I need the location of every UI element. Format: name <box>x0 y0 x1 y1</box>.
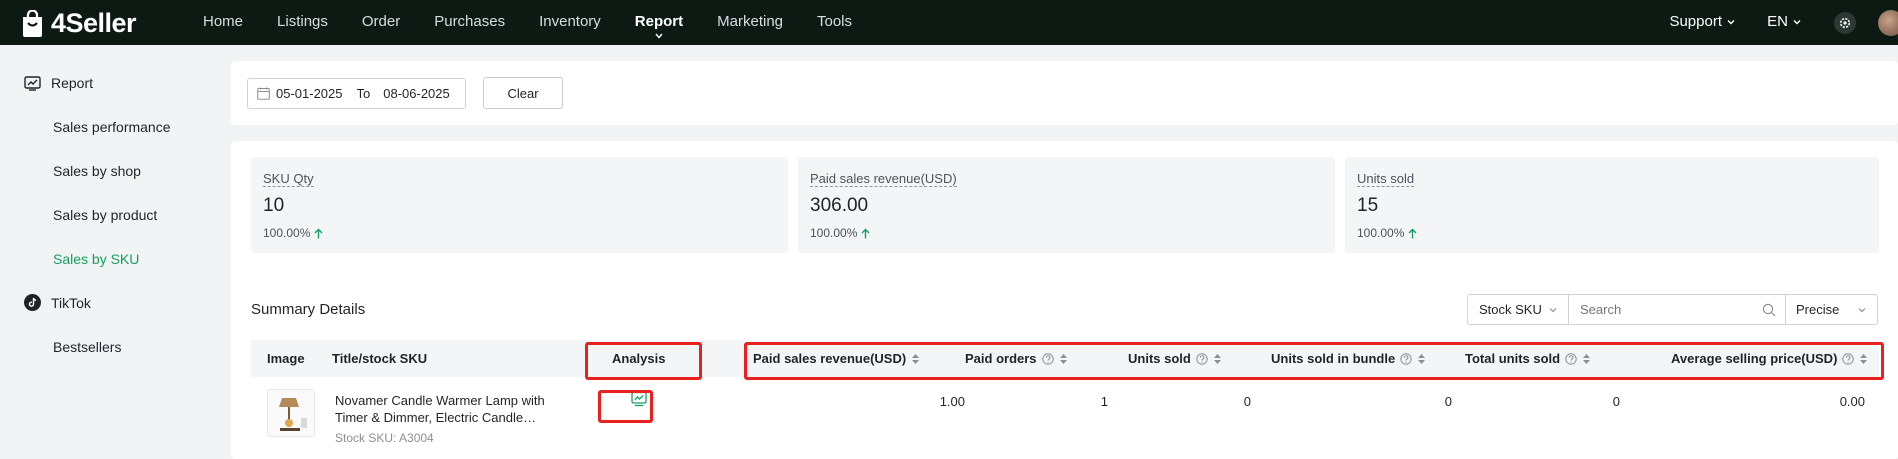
brand-logo[interactable]: 4Seller <box>20 8 137 39</box>
main-nav: Home Listings Order Purchases Inventory … <box>186 0 869 45</box>
nav-item-order[interactable]: Order <box>345 0 417 45</box>
stat-label[interactable]: SKU Qty <box>263 171 314 187</box>
sidebar-group-report[interactable]: Report <box>24 75 93 91</box>
match-mode-select[interactable]: Precise <box>1785 294 1878 325</box>
report-content: SKU Qty 10 100.00% Paid sales revenue(US… <box>231 141 1898 459</box>
search-field-select[interactable]: Stock SKU <box>1467 294 1569 325</box>
settings-button[interactable] <box>1834 12 1856 34</box>
col-image: Image <box>267 351 305 366</box>
arrow-up-icon <box>861 228 870 238</box>
gear-icon <box>1839 17 1851 29</box>
sidebar-item-sales-by-shop[interactable]: Sales by shop <box>53 163 141 179</box>
cell-paid-revenue: 1.00 <box>939 394 965 409</box>
cell-avg-price: 0.00 <box>1839 394 1865 409</box>
table-row: Novamer Candle Warmer Lamp with Timer & … <box>251 378 1879 459</box>
stat-card-units-sold: Units sold 15 100.00% <box>1345 157 1879 253</box>
stat-label[interactable]: Paid sales revenue(USD) <box>810 171 957 187</box>
chevron-down-icon <box>1858 307 1866 312</box>
summary-title: Summary Details <box>251 301 366 318</box>
support-menu[interactable]: Support <box>1669 13 1736 30</box>
nav-item-marketing[interactable]: Marketing <box>700 0 800 45</box>
chevron-down-icon <box>1793 19 1801 24</box>
date-to[interactable]: 08-06-2025 <box>383 86 450 101</box>
arrow-up-icon <box>314 228 323 238</box>
stat-value: 15 <box>1357 195 1379 216</box>
stat-card-sku-qty: SKU Qty 10 100.00% <box>251 157 788 253</box>
product-image[interactable] <box>267 389 315 437</box>
stat-value: 306.00 <box>810 195 869 216</box>
sidebar-group-tiktok[interactable]: TikTok <box>24 294 91 311</box>
sidebar-item-sales-by-product[interactable]: Sales by product <box>53 207 157 223</box>
nav-item-report[interactable]: Report <box>618 0 700 45</box>
date-to-separator: To <box>356 86 371 101</box>
highlight-analysis-button <box>598 390 653 423</box>
cell-total-units: 0 <box>1612 394 1620 409</box>
cell-units-sold: 0 <box>1243 394 1251 409</box>
stock-sku: Stock SKU: A3004 <box>335 431 434 445</box>
nav-item-purchases[interactable]: Purchases <box>417 0 522 45</box>
stat-change: 100.00% <box>810 226 870 240</box>
stat-value: 10 <box>263 195 285 216</box>
shopping-bag-logo-icon <box>23 10 42 37</box>
date-from[interactable]: 05-01-2025 <box>276 86 343 101</box>
sidebar-item-sales-performance[interactable]: Sales performance <box>53 119 171 135</box>
arrow-up-icon <box>1408 228 1417 238</box>
calendar-icon <box>257 87 270 100</box>
search-input[interactable] <box>1580 302 1760 317</box>
highlight-metric-headers <box>744 342 1884 380</box>
tiktok-icon <box>24 294 41 311</box>
user-avatar[interactable] <box>1878 10 1898 36</box>
nav-item-inventory[interactable]: Inventory <box>522 0 618 45</box>
product-title-cell: Novamer Candle Warmer Lamp with Timer & … <box>335 392 547 447</box>
sidebar-item-bestsellers[interactable]: Bestsellers <box>53 339 121 355</box>
search-box <box>1568 294 1786 325</box>
col-title: Title/stock SKU <box>332 351 428 366</box>
clear-button[interactable]: Clear <box>483 77 563 109</box>
product-title[interactable]: Novamer Candle Warmer Lamp with Timer & … <box>335 392 547 426</box>
chevron-down-icon <box>1549 307 1557 312</box>
nav-item-listings[interactable]: Listings <box>260 0 345 45</box>
cell-units-bundle: 0 <box>1444 394 1452 409</box>
top-nav-bar: 4Seller Home Listings Order Purchases In… <box>0 0 1898 45</box>
chevron-down-icon <box>655 33 663 39</box>
sidebar-item-sales-by-sku[interactable]: Sales by SKU <box>53 251 139 267</box>
stat-card-paid-revenue: Paid sales revenue(USD) 306.00 100.00% <box>798 157 1335 253</box>
brand-name: 4Seller <box>51 8 137 38</box>
chevron-down-icon <box>1727 19 1735 24</box>
nav-item-tools[interactable]: Tools <box>800 0 869 45</box>
stat-change: 100.00% <box>1357 226 1417 240</box>
date-range-picker[interactable]: 05-01-2025 To 08-06-2025 <box>247 78 466 109</box>
nav-item-home[interactable]: Home <box>186 0 260 45</box>
candle-lamp-image <box>268 390 314 436</box>
filter-bar: 05-01-2025 To 08-06-2025 Clear <box>231 61 1898 125</box>
language-menu[interactable]: EN <box>1767 13 1802 30</box>
cell-paid-orders: 1 <box>1100 394 1108 409</box>
stat-change: 100.00% <box>263 226 323 240</box>
chart-icon <box>24 75 41 91</box>
highlight-analysis-header <box>585 342 702 380</box>
sidebar: Report Sales performance Sales by shop S… <box>0 45 230 459</box>
stat-label[interactable]: Units sold <box>1357 171 1415 187</box>
search-icon[interactable] <box>1762 303 1776 317</box>
